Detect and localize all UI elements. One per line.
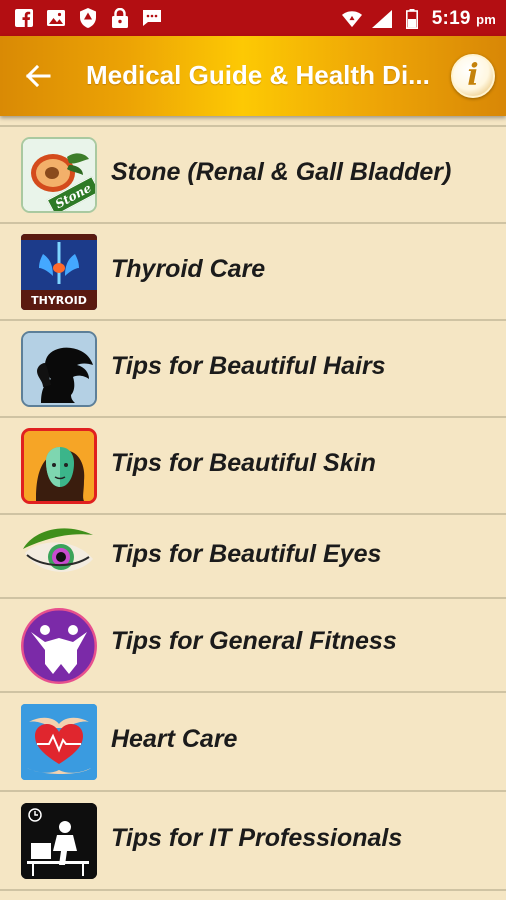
lock-icon — [110, 8, 130, 28]
kidney-stone-icon: Stone — [21, 137, 97, 213]
image-icon — [46, 8, 66, 28]
back-button[interactable] — [22, 60, 54, 92]
eye-icon — [21, 519, 97, 595]
arrow-left-icon — [25, 64, 51, 88]
status-system-icons: 5:19 pm — [341, 8, 496, 30]
status-bar: 5:19 pm — [0, 0, 506, 36]
info-icon: i — [467, 58, 479, 93]
item-label: Tips for Beautiful Eyes — [111, 540, 382, 568]
thyroid-badge: THYROID — [31, 294, 87, 307]
app-bar: Medical Guide & Health Di... i — [0, 36, 506, 116]
app-title: Medical Guide & Health Di... — [86, 60, 430, 90]
list-item-stone[interactable]: Stone Stone (Renal & Gall Bladder) — [0, 127, 506, 224]
wifi-icon — [341, 9, 362, 29]
thyroid-icon: THYROID — [21, 234, 97, 310]
signal-icon — [371, 9, 392, 29]
list-top-divider — [0, 116, 506, 127]
it-professional-icon — [21, 803, 97, 879]
facebook-icon — [14, 8, 34, 28]
info-button[interactable]: i — [451, 54, 495, 98]
heart-care-icon — [21, 704, 97, 780]
list-item-eyes[interactable]: Tips for Beautiful Eyes — [0, 515, 506, 599]
item-label: Stone (Renal & Gall Bladder) — [111, 158, 452, 186]
list-item-heart[interactable]: Heart Care — [0, 693, 506, 792]
topic-list: Stone Stone (Renal & Gall Bladder) THYRO… — [0, 116, 506, 891]
list-item-thyroid[interactable]: THYROID Thyroid Care — [0, 224, 506, 321]
item-label: Tips for Beautiful Hairs — [111, 352, 386, 380]
clock-suffix: pm — [476, 12, 496, 27]
clock: 5:19 pm — [432, 8, 496, 30]
status-notification-icons — [14, 8, 162, 28]
list-item-it-professionals[interactable]: Tips for IT Professionals — [0, 792, 506, 891]
item-label: Tips for Beautiful Skin — [111, 449, 376, 477]
list-item-fitness[interactable]: Tips for General Fitness — [0, 599, 506, 693]
shield-icon — [78, 8, 98, 28]
hair-icon — [21, 331, 97, 407]
list-item-hairs[interactable]: Tips for Beautiful Hairs — [0, 321, 506, 418]
battery-icon — [402, 9, 422, 29]
skin-face-icon — [21, 428, 97, 504]
item-label: Tips for General Fitness — [111, 627, 397, 655]
item-label: Tips for IT Professionals — [111, 824, 403, 852]
clock-time: 5:19 — [431, 8, 471, 29]
fitness-icon — [21, 608, 97, 684]
list-item-skin[interactable]: Tips for Beautiful Skin — [0, 418, 506, 515]
item-label: Heart Care — [111, 725, 238, 753]
message-icon — [142, 8, 162, 28]
item-label: Thyroid Care — [111, 255, 266, 283]
